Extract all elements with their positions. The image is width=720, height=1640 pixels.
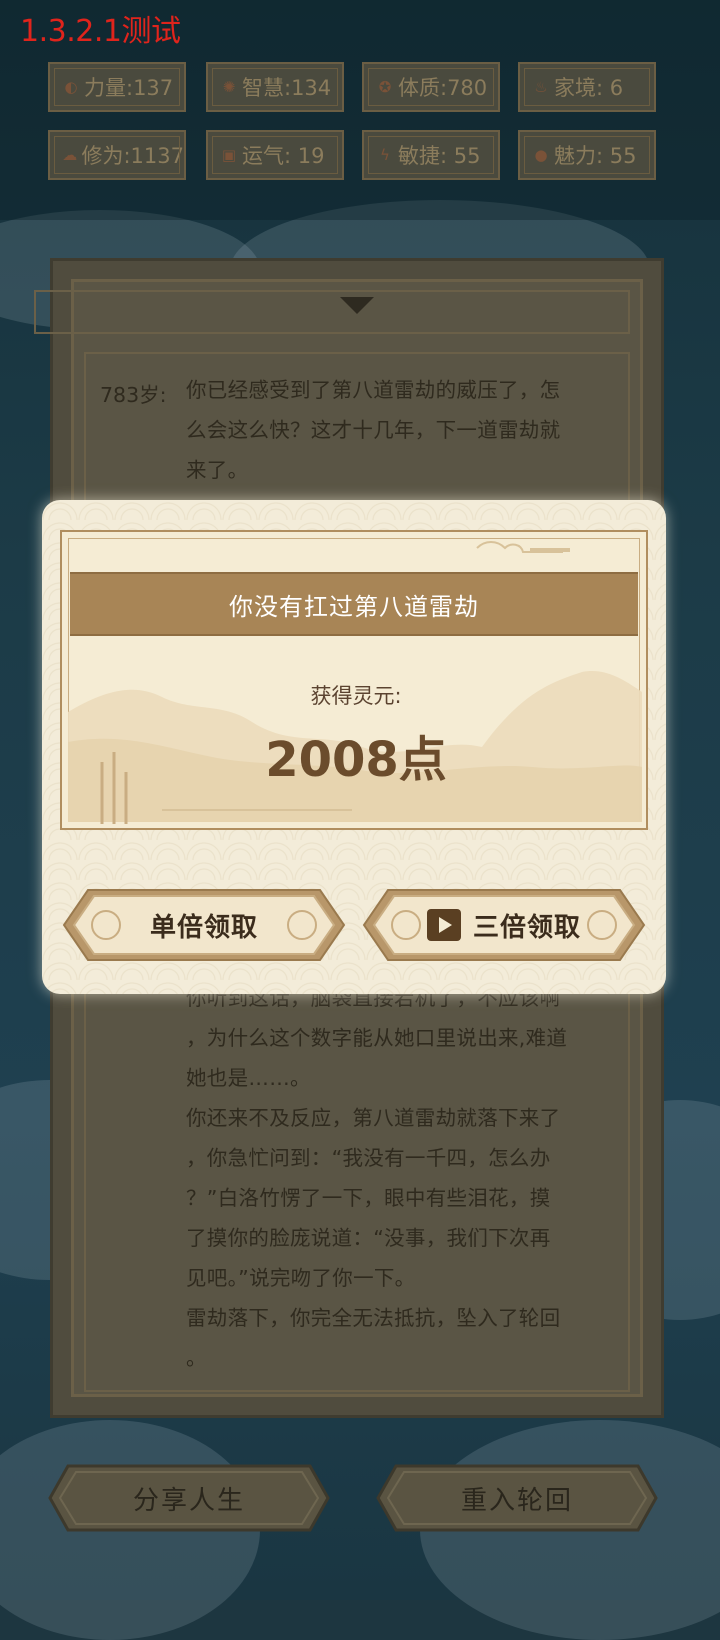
triangle-down-icon[interactable]	[340, 297, 374, 314]
story-line: 了摸你的脸庞说道：“没事，我们下次再	[186, 1226, 551, 1250]
stat-charm: ● 魅力: 55	[518, 130, 656, 180]
reward-label: 获得灵元:	[310, 684, 402, 708]
dialog-title: 你没有扛过第八道雷劫	[70, 572, 638, 636]
story-line: 雷劫落下，你完全无法抵抗，坠入了轮回	[186, 1306, 561, 1330]
story-line: ？”白洛竹愣了一下，眼中有些泪花，摸	[186, 1186, 551, 1210]
claim-triple-button[interactable]: 三倍领取	[362, 886, 646, 964]
story-line: 你已经感受到了第八道雷劫的威压了，怎	[186, 378, 561, 402]
story-line: 么会这么快？这才十几年，下一道雷劫就	[186, 418, 561, 442]
story-line: 见吧。”说完吻了你一下。	[186, 1266, 416, 1290]
claim-single-button[interactable]: 单倍领取	[62, 886, 346, 964]
video-play-icon	[426, 909, 461, 941]
story-line: 来了。	[186, 458, 249, 482]
story-line: 你还来不及反应，第八道雷劫就落下来了	[186, 1106, 561, 1130]
reward-dialog: 你没有扛过第八道雷劫 获得灵元: 2008点 单倍领取 三倍领取	[42, 500, 666, 994]
share-life-label: 分享人生	[132, 1485, 245, 1516]
stat-cultivation: ☁ 修为:1137	[48, 130, 186, 180]
claim-triple-label: 三倍领取	[472, 912, 581, 943]
stat-constitution: ✪ 体质:780	[362, 62, 500, 112]
stat-wisdom: ✺ 智慧:134	[206, 62, 344, 112]
cultivation-icon: ☁	[62, 146, 78, 164]
story-line: 她也是……。	[186, 1066, 311, 1090]
story-line: ，你急忙问到：“我没有一千四，怎么办	[186, 1146, 551, 1170]
reward-card: 你没有扛过第八道雷劫 获得灵元: 2008点	[60, 530, 648, 830]
story-entry-top: 你已经感受到了第八道雷劫的威压了，怎 么会这么快？这才十几年，下一道雷劫就 来了…	[186, 370, 616, 490]
reincarnate-button[interactable]: 重入轮回	[376, 1462, 658, 1534]
scroll-indicator-frame	[34, 290, 630, 334]
reincarnate-label: 重入轮回	[460, 1485, 573, 1516]
constitution-icon: ✪	[378, 78, 392, 96]
reward-value: 2008点	[265, 732, 447, 788]
strength-icon: ◐	[64, 78, 78, 96]
share-life-button[interactable]: 分享人生	[48, 1462, 330, 1534]
version-label: 1.3.2.1测试	[20, 14, 181, 49]
claim-single-label: 单倍领取	[149, 912, 258, 943]
story-age: 783岁:	[100, 383, 167, 407]
family-icon: ♨	[534, 78, 548, 96]
stat-agility: ϟ 敏捷: 55	[362, 130, 500, 180]
story-line: 。	[186, 1346, 207, 1370]
stat-luck: ▣ 运气: 19	[206, 130, 344, 180]
luck-icon: ▣	[221, 146, 237, 164]
story-entry-bottom: 你听到这话，脑袋直接宕机了，不应该啊 ，为什么这个数字能从她口里说出来,难道 她…	[186, 978, 616, 1378]
agility-icon: ϟ	[380, 146, 390, 164]
charm-icon: ●	[534, 146, 548, 164]
wisdom-icon: ✺	[222, 78, 236, 96]
stat-strength: ◐ 力量:137	[48, 62, 186, 112]
stat-family: ♨ 家境: 6	[518, 62, 656, 112]
story-line: ，为什么这个数字能从她口里说出来,难道	[186, 1026, 568, 1050]
